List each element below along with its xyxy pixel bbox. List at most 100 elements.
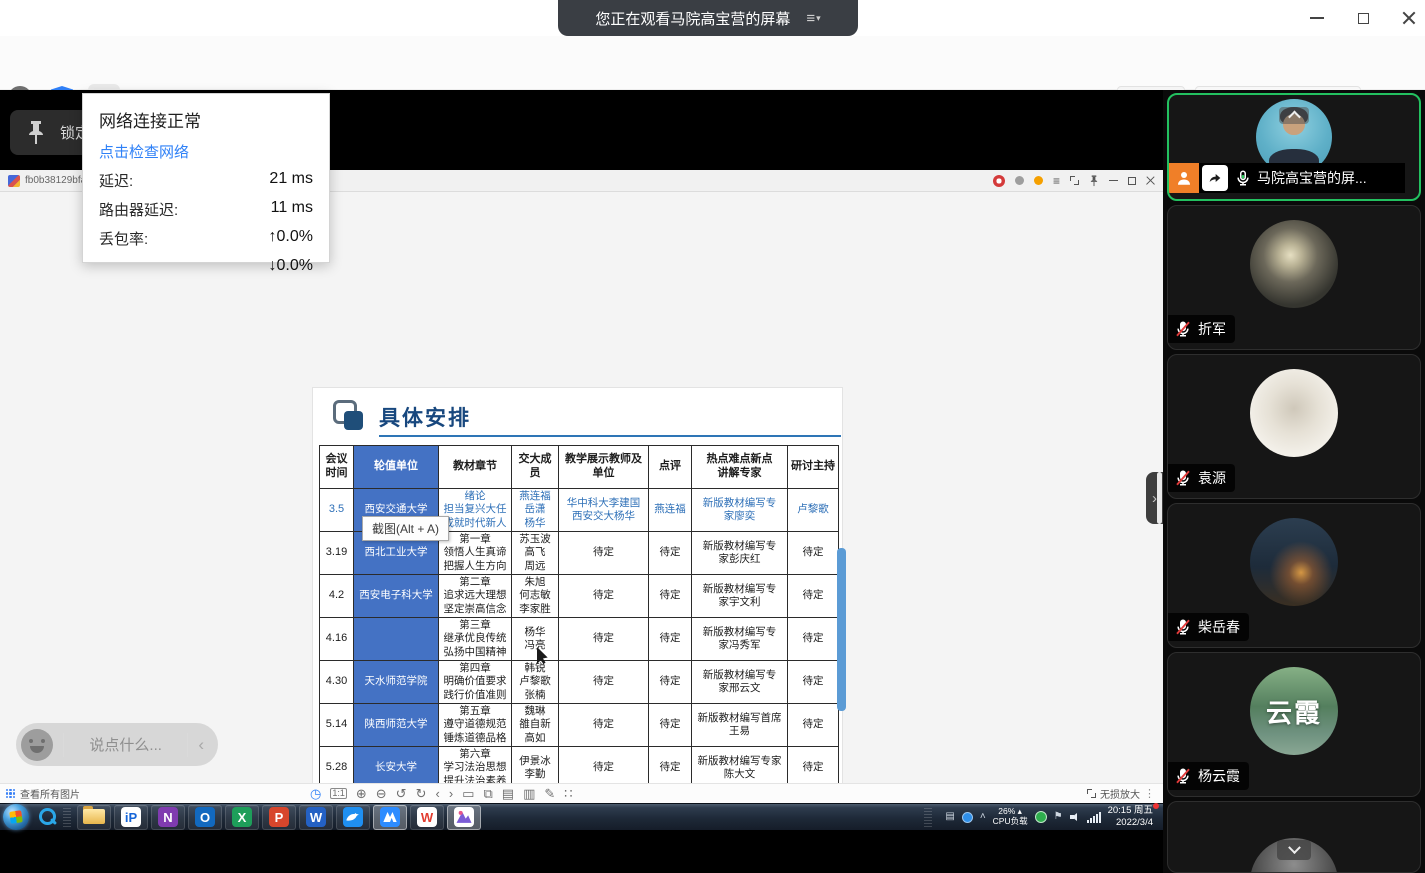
screen-share-icon: [1207, 170, 1223, 186]
table-cell: 待定: [649, 532, 692, 575]
table-cell: 苏玉波 高飞 周远: [512, 532, 559, 575]
column-header: 教材章节: [439, 446, 512, 489]
table-header-row: 会议 时间轮值单位教材章节交大成员教学展示教师及 单位点评热点难点新点 讲解专家…: [320, 446, 839, 489]
column-header: 会议 时间: [320, 446, 354, 489]
slide-bullet-icon-fill: [344, 411, 363, 430]
emoji-icon[interactable]: [21, 729, 53, 761]
cpu-usage: 26% ▴CPU负载: [993, 807, 1028, 827]
table-cell: 3.5: [320, 489, 354, 532]
table-cell: 华中科大李建国 西安交大杨华: [559, 489, 649, 532]
remote-menu-icon: ≡: [1053, 175, 1060, 187]
avatar: [1250, 369, 1338, 457]
table-cell: 待定: [649, 661, 692, 704]
sidebar-handle-strip: [1157, 472, 1162, 524]
mic-muted-icon: [1174, 767, 1192, 785]
windows-start-icon: [3, 804, 29, 830]
latency-label: 延迟:: [99, 170, 133, 191]
table-row: 4.16第三章 继承优良传统 弘扬中国精神杨华 冯亮待定待定新版教材编写专 家冯…: [320, 618, 839, 661]
meeting-app-taskbar-button: [373, 805, 407, 830]
table-cell: 待定: [788, 661, 839, 704]
table-cell: 待定: [559, 532, 649, 575]
sharing-badge: [1202, 165, 1228, 191]
tray-clock: 20:15 周五2022/3/4: [1108, 805, 1159, 829]
watching-title: 您正在观看马院高宝营的屏幕: [595, 8, 790, 29]
participant-name: 杨云霞: [1198, 766, 1240, 786]
table-cell: 待定: [559, 704, 649, 747]
table-cell: 待定: [559, 575, 649, 618]
excel-icon: X: [232, 807, 252, 827]
table-cell: 朱旭 何志敏 李家胜: [512, 575, 559, 618]
remote-maximize-icon: [1128, 177, 1136, 185]
table-row: 4.30天水师范学院第四章 明确价值要求 践行价值准则韩锐 卢黎歌 张楠待定待定…: [320, 661, 839, 704]
network-status-text: 网络连接正常: [99, 107, 313, 132]
network-status-popup: 网络连接正常 点击检查网络 延迟:21 ms 路由器延迟:11 ms 丢包率:↑…: [82, 93, 330, 263]
chat-collapse-icon[interactable]: ‹: [198, 735, 204, 755]
maximize-button[interactable]: [1353, 8, 1373, 28]
remote-taskbar: iPNOXPWW ▤ ˄ 26% ▴CPU负载 ⚑ 20:15 周五2022/3…: [0, 803, 1163, 830]
mic-indicator: [1234, 169, 1252, 187]
participant-tile[interactable]: 袁源: [1167, 354, 1421, 499]
pushpin-icon: [26, 120, 46, 146]
image-viewer-taskbar-button: [447, 805, 481, 830]
slide-title: 具体安排: [379, 402, 471, 432]
excel-taskbar-button: X: [225, 805, 259, 830]
participant-tile[interactable]: 云霞杨云霞: [1167, 652, 1421, 797]
delete-icon: ▭: [462, 787, 474, 800]
chat-input[interactable]: 说点什么...: [74, 734, 177, 755]
minimize-button[interactable]: [1307, 8, 1327, 28]
banner-menu-icon[interactable]: ≡▾: [806, 11, 820, 26]
table-cell: 韩锐 卢黎歌 张楠: [512, 661, 559, 704]
table-cell: 待定: [649, 618, 692, 661]
scroll-down-button[interactable]: [1277, 840, 1311, 860]
avatar: [1250, 518, 1338, 606]
mic-muted-indicator: [1174, 469, 1192, 487]
document-scrollbar: [837, 548, 846, 711]
chat-bar[interactable]: 说点什么... ‹: [16, 723, 218, 766]
export-icon: ▥: [523, 787, 535, 800]
router-latency-label: 路由器延迟:: [99, 199, 178, 220]
table-cell: 待定: [788, 618, 839, 661]
column-header: 交大成员: [512, 446, 559, 489]
word-icon: W: [306, 807, 326, 827]
zoom-in-icon: ⊕: [356, 787, 367, 800]
packet-loss-down: ↓0.0%: [269, 257, 313, 275]
browser-logo-icon: [993, 175, 1005, 187]
participant-tile[interactable]: [1167, 801, 1421, 873]
file-explorer-taskbar-button: [77, 805, 111, 830]
orange-badge-icon: [1034, 176, 1043, 185]
remote-viewer-toolbar: 查看所有图片 ◷1:1⊕⊖↺↻‹›▭⧉▤▥✎∷ 无损放大 ⋮: [0, 783, 1163, 803]
titlebar: 您正在观看马院高宝营的屏幕 ≡▾: [0, 0, 1425, 36]
close-button[interactable]: [1399, 8, 1419, 28]
meeting-window: 您正在观看马院高宝营的屏幕 ≡▾ i + 42:54 演讲者视图 ▼: [0, 0, 1425, 873]
collapse-tile-button[interactable]: [1279, 107, 1309, 124]
participant-tile[interactable]: 马院高宝营的屏...: [1167, 93, 1421, 201]
gray-badge-icon: [1015, 176, 1024, 185]
slideshow-icon: ◷: [310, 787, 321, 800]
table-cell: 4.30: [320, 661, 354, 704]
notification-dot: [1153, 803, 1159, 809]
participant-name-bar: 杨云霞: [1168, 762, 1249, 790]
participant-name-bar: 马院高宝营的屏...: [1169, 163, 1405, 193]
column-header: 轮值单位: [354, 446, 439, 489]
folder-icon: [83, 809, 105, 825]
router-latency-value: 11 ms: [271, 199, 313, 220]
packet-loss-label: 丢包率:: [99, 228, 148, 249]
remote-viewer-content: 具体安排 会议 时间轮值单位教材章节交大成员教学展示教师及 单位点评热点难点新点…: [0, 192, 1163, 783]
column-header: 点评: [649, 446, 692, 489]
host-badge: [1169, 163, 1199, 193]
meeting-logo: [380, 807, 400, 827]
participant-name-bar: 折军: [1168, 315, 1235, 343]
participant-tile[interactable]: 柴岳春: [1167, 503, 1421, 648]
remote-expand-icon: [1070, 176, 1079, 185]
lossless-zoom-label: 无损放大: [1100, 786, 1140, 801]
table-cell: 杨华 冯亮: [512, 618, 559, 661]
word-taskbar-button: W: [299, 805, 333, 830]
rotate-right-icon: ↻: [416, 787, 427, 800]
check-network-link[interactable]: 点击检查网络: [99, 141, 313, 162]
im-tray-icon: [962, 812, 973, 823]
participant-tile[interactable]: 折军: [1167, 205, 1421, 350]
ip-app-taskbar-button: iP: [114, 805, 148, 830]
participant-name: 柴岳春: [1198, 617, 1240, 637]
mic-muted-indicator: [1174, 618, 1192, 636]
table-cell: 待定: [559, 661, 649, 704]
